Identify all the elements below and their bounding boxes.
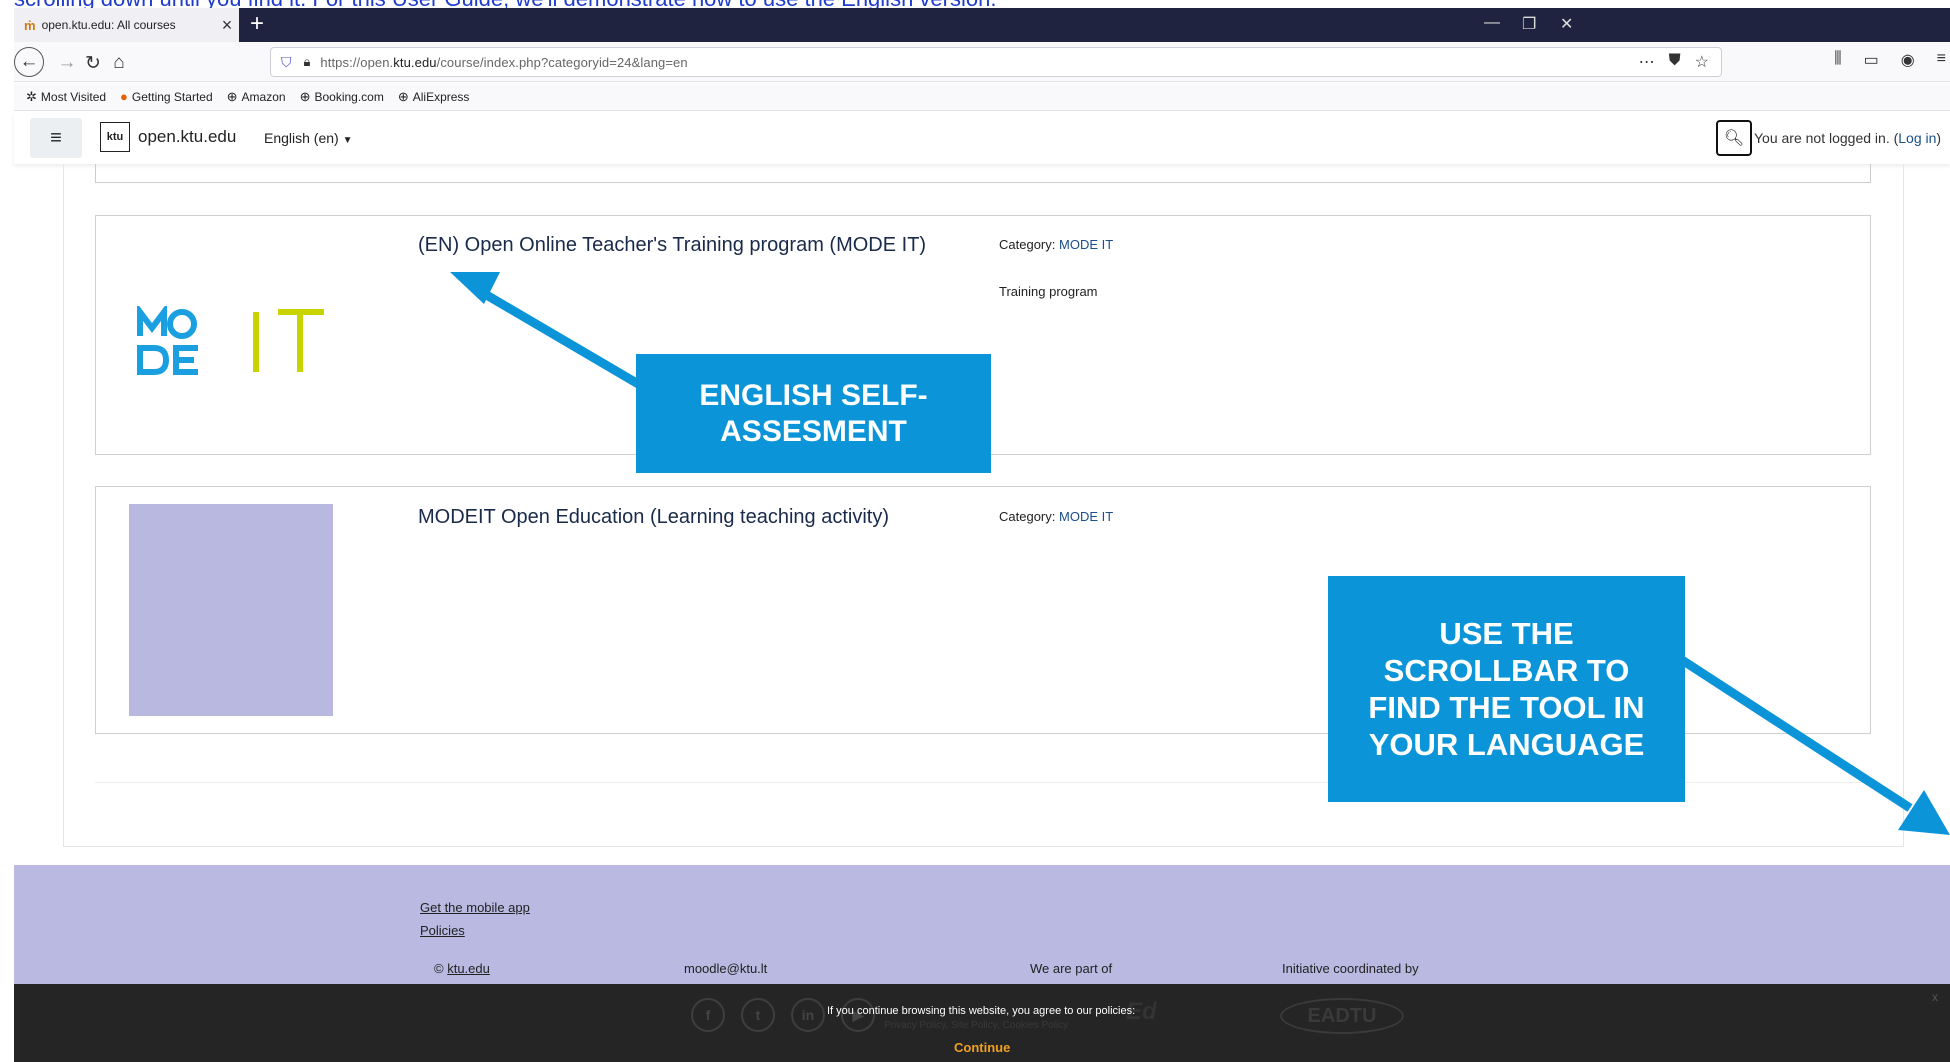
- course-thumbnail[interactable]: [129, 504, 333, 716]
- browser-tab-bar: ṁ open.ktu.edu: All courses × + — ❐ ✕: [14, 8, 1950, 42]
- restore-icon[interactable]: ❐: [1522, 14, 1536, 34]
- previous-course-card: [95, 164, 1871, 183]
- bookmark-getting-started[interactable]: ● Getting Started: [120, 89, 213, 104]
- tab-title: open.ktu.edu: All courses: [41, 18, 176, 32]
- contact-email[interactable]: moodle@ktu.lt: [684, 961, 767, 976]
- language-menu[interactable]: English (en) ▼: [264, 130, 353, 146]
- cookie-consent-bar: f t in ▶ Ed EADTU If you continue browsi…: [14, 984, 1950, 1062]
- bookmark-amazon[interactable]: ⊕ Amazon: [227, 89, 286, 105]
- search-button[interactable]: 🔍︎: [1716, 120, 1752, 156]
- coordinated-label: Initiative coordinated by: [1282, 961, 1419, 976]
- linkedin-icon[interactable]: in: [791, 998, 825, 1032]
- site-header: ≡ ktu open.ktu.edu English (en) ▼ 🔍︎ You…: [14, 112, 1950, 164]
- bookmarks-bar: ✲ Most Visited ● Getting Started ⊕ Amazon ⊕…: [14, 83, 1950, 111]
- document-text: scrolling down until you find it. For th…: [14, 0, 996, 8]
- cookie-continue-button[interactable]: Continue: [954, 1040, 1010, 1055]
- globe-icon: ⊕: [299, 88, 311, 104]
- category-link[interactable]: MODE IT: [1059, 509, 1113, 524]
- tracking-shield-icon[interactable]: ⛉: [281, 54, 292, 71]
- mode-it-logo[interactable]: [136, 303, 326, 381]
- part-of-label: We are part of: [1030, 961, 1113, 976]
- url-bar[interactable]: ⛉ 🔒︎ https://open.ktu.edu/course/index.p…: [270, 47, 1722, 77]
- lock-icon[interactable]: 🔒︎: [304, 54, 311, 70]
- home-icon[interactable]: ⌂: [106, 50, 132, 76]
- window-close-icon[interactable]: ✕: [1560, 14, 1573, 34]
- site-favicon-icon: ṁ: [24, 17, 36, 33]
- policies-link[interactable]: Policies: [420, 923, 465, 938]
- copyright: © ktu.edu: [434, 961, 490, 976]
- cookie-policy-links[interactable]: Privacy Policy, Site Policy, Cookies Pol…: [884, 1020, 1068, 1031]
- account-icon[interactable]: ◉: [1901, 50, 1915, 70]
- twitter-icon[interactable]: t: [741, 998, 775, 1032]
- bookmark-most-visited[interactable]: ✲ Most Visited: [26, 89, 106, 105]
- bookmark-star-icon[interactable]: ☆: [1695, 52, 1709, 72]
- browser-tab[interactable]: ṁ open.ktu.edu: All courses ×: [14, 8, 239, 42]
- english-callout: ENGLISH SELF-ASSESMENT: [636, 354, 991, 473]
- hamburger-icon: ≡: [50, 126, 62, 149]
- globe-icon: ⊕: [226, 88, 238, 104]
- login-link[interactable]: Log in: [1898, 130, 1936, 146]
- ktu-link[interactable]: ktu.edu: [447, 961, 490, 976]
- cookie-message: If you continue browsing this website, y…: [827, 1005, 1136, 1017]
- course-summary: Training program: [999, 284, 1098, 299]
- bookmark-aliexpress[interactable]: ⊕ AliExpress: [398, 89, 470, 105]
- mobile-app-link[interactable]: Get the mobile app: [420, 900, 530, 915]
- page-actions-icon[interactable]: ⋯: [1639, 52, 1655, 72]
- cookie-close-icon[interactable]: x: [1932, 990, 1938, 1004]
- document-text-strip: scrolling down until you find it. For th…: [0, 0, 1950, 8]
- caret-down-icon: ▼: [342, 135, 353, 146]
- menu-icon[interactable]: ≡: [1937, 50, 1946, 70]
- course-category: Category: MODE IT: [999, 509, 1114, 524]
- minimize-icon[interactable]: —: [1484, 14, 1500, 32]
- library-icon[interactable]: ⫼: [1834, 50, 1841, 70]
- reload-icon[interactable]: ↻: [80, 50, 106, 76]
- back-icon[interactable]: ←: [14, 47, 44, 77]
- course-category: Category: MODE IT: [999, 237, 1114, 252]
- globe-icon: ⊕: [397, 88, 409, 104]
- pocket-icon[interactable]: ⛊: [1669, 52, 1681, 72]
- course-title-link[interactable]: (EN) Open Online Teacher's Training prog…: [418, 234, 926, 257]
- course-title-link[interactable]: MODEIT Open Education (Learning teaching…: [418, 506, 889, 529]
- browser-nav-bar: ← → ↻ ⌂ ⛉ 🔒︎ https://open.ktu.edu/course…: [14, 42, 1950, 82]
- eadtu-logo[interactable]: EADTU: [1280, 998, 1404, 1034]
- site-name[interactable]: open.ktu.edu: [138, 127, 236, 147]
- forward-icon[interactable]: →: [54, 50, 80, 76]
- drawer-menu-button[interactable]: ≡: [30, 118, 82, 158]
- sidebar-toggle-icon[interactable]: ▭: [1864, 50, 1879, 70]
- category-link[interactable]: MODE IT: [1059, 237, 1113, 252]
- url-text: https://open.ktu.edu/course/index.php?ca…: [320, 54, 688, 70]
- ktu-logo[interactable]: ktu: [100, 122, 130, 152]
- scrollbar-callout: USE THE SCROLLBAR TO FIND THE TOOL IN YO…: [1328, 576, 1685, 802]
- login-status: You are not logged in. (Log in): [1754, 130, 1942, 146]
- tab-close-icon[interactable]: ×: [215, 15, 239, 36]
- search-icon: 🔍︎: [1723, 130, 1745, 147]
- firefox-icon: ●: [120, 89, 128, 104]
- bookmark-booking[interactable]: ⊕ Booking.com: [300, 89, 384, 105]
- facebook-icon[interactable]: f: [691, 998, 725, 1032]
- arrow-head-scrollbar: [1898, 790, 1950, 835]
- gear-icon: ✲: [26, 88, 37, 104]
- new-tab-icon[interactable]: +: [250, 10, 264, 38]
